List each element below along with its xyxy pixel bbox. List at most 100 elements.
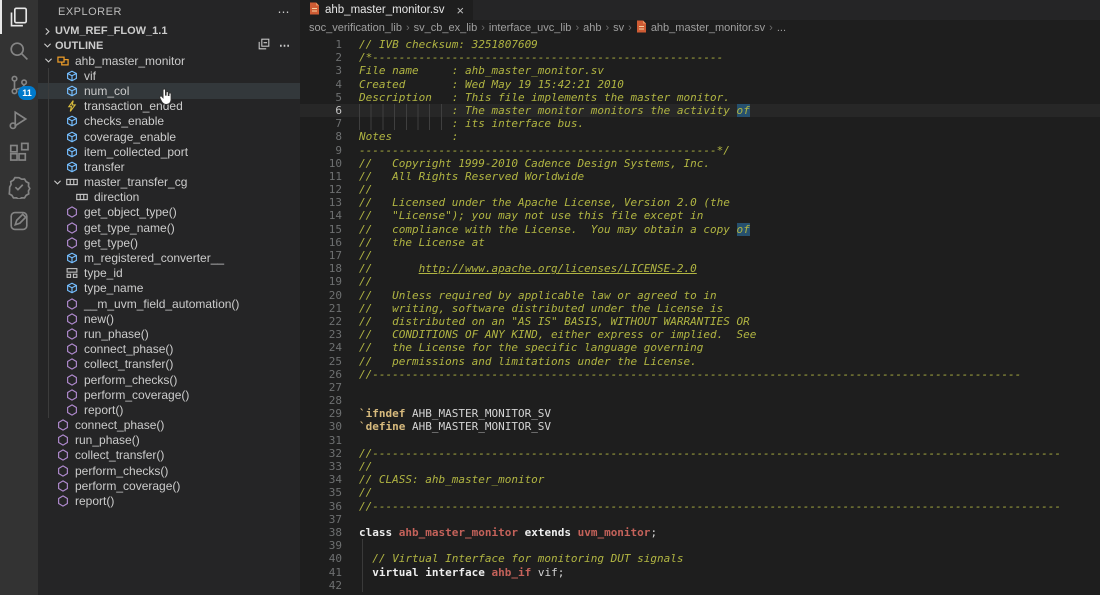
outline-item-get_object_type[interactable]: get_object_type() xyxy=(38,205,300,220)
breadcrumb-item-soc_verification_lib[interactable]: soc_verification_lib xyxy=(309,22,402,34)
code-line-18[interactable]: 18// http://www.apache.org/licenses/LICE… xyxy=(300,262,1100,275)
line-number[interactable]: 32 xyxy=(300,447,351,460)
line-number[interactable]: 5 xyxy=(300,91,351,104)
line-number[interactable]: 18 xyxy=(300,262,351,275)
code-line-35[interactable]: 35// xyxy=(300,486,1100,499)
code-line-21[interactable]: 21// writing, software distributed under… xyxy=(300,302,1100,315)
code-line-37[interactable]: 37 xyxy=(300,513,1100,526)
line-number[interactable]: 21 xyxy=(300,302,351,315)
code-line-1[interactable]: 1// IVB checksum: 3251807609 xyxy=(300,38,1100,51)
line-number[interactable]: 4 xyxy=(300,78,351,91)
line-number[interactable]: 10 xyxy=(300,157,351,170)
activitybar-run-debug[interactable] xyxy=(0,102,38,136)
breadcrumb-item-ahb_master_monitor.sv[interactable]: ahb_master_monitor.sv xyxy=(636,20,765,36)
code-line-3[interactable]: 3File name : ahb_master_monitor.sv xyxy=(300,64,1100,77)
outline-item-get_type[interactable]: get_type() xyxy=(38,235,300,250)
code-line-7[interactable]: 7 : its interface bus. xyxy=(300,117,1100,130)
code-line-42[interactable]: 42 xyxy=(300,579,1100,592)
code-line-22[interactable]: 22// distributed on an "AS IS" BASIS, WI… xyxy=(300,315,1100,328)
code-line-13[interactable]: 13// Licensed under the Apache License, … xyxy=(300,196,1100,209)
sidebar-more-icon[interactable]: ⋯ xyxy=(278,5,291,19)
outline-item-perform_checks[interactable]: perform_checks() xyxy=(38,372,300,387)
line-number[interactable]: 14 xyxy=(300,209,351,222)
code-line-4[interactable]: 4Created : Wed May 19 15:42:21 2010 xyxy=(300,78,1100,91)
line-number[interactable]: 9 xyxy=(300,144,351,157)
breadcrumb-item-sv[interactable]: sv xyxy=(613,22,624,34)
line-number[interactable]: 6 xyxy=(300,104,351,117)
code-line-14[interactable]: 14// "License"); you may not use this fi… xyxy=(300,209,1100,222)
code-line-15[interactable]: 15// compliance with the License. You ma… xyxy=(300,223,1100,236)
outline-item-report[interactable]: report() xyxy=(38,402,300,417)
line-number[interactable]: 27 xyxy=(300,381,351,394)
line-number[interactable]: 15 xyxy=(300,223,351,236)
outline-item-perform_coverage[interactable]: perform_coverage() xyxy=(38,478,300,493)
line-number[interactable]: 26 xyxy=(300,368,351,381)
code-line-6[interactable]: 6 : The master monitor monitors the acti… xyxy=(300,104,1100,117)
activitybar-search[interactable] xyxy=(0,34,38,68)
line-number[interactable]: 39 xyxy=(300,539,351,552)
code-line-26[interactable]: 26//------------------------------------… xyxy=(300,368,1100,381)
code-line-8[interactable]: 8Notes : xyxy=(300,130,1100,143)
line-number[interactable]: 38 xyxy=(300,526,351,539)
outline-item-master_transfer_cg[interactable]: master_transfer_cg xyxy=(38,175,300,190)
line-number[interactable]: 42 xyxy=(300,579,351,592)
line-number[interactable]: 28 xyxy=(300,394,351,407)
line-number[interactable]: 33 xyxy=(300,460,351,473)
code-line-23[interactable]: 23// CONDITIONS OF ANY KIND, either expr… xyxy=(300,328,1100,341)
outline-item-new[interactable]: new() xyxy=(38,311,300,326)
outline-item-type_id[interactable]: type_id xyxy=(38,266,300,281)
outline-item-perform_coverage[interactable]: perform_coverage() xyxy=(38,387,300,402)
code-line-38[interactable]: 38class ahb_master_monitor extends uvm_m… xyxy=(300,526,1100,539)
outline-item-collect_transfer[interactable]: collect_transfer() xyxy=(38,448,300,463)
activitybar-testing[interactable] xyxy=(0,170,38,204)
more-icon[interactable]: ⋯ xyxy=(279,39,290,52)
line-number[interactable]: 19 xyxy=(300,275,351,288)
code-line-2[interactable]: 2/*-------------------------------------… xyxy=(300,51,1100,64)
outline-item-coverage_enable[interactable]: coverage_enable xyxy=(38,129,300,144)
line-number[interactable]: 8 xyxy=(300,130,351,143)
activitybar-notebook[interactable] xyxy=(0,204,38,238)
line-number[interactable]: 41 xyxy=(300,566,351,579)
outline-item-vif[interactable]: vif xyxy=(38,68,300,83)
line-number[interactable]: 1 xyxy=(300,38,351,51)
tab-close-icon[interactable]: × xyxy=(457,4,465,17)
outline-item-transfer[interactable]: transfer xyxy=(38,159,300,174)
code-line-17[interactable]: 17// xyxy=(300,249,1100,262)
line-number[interactable]: 22 xyxy=(300,315,351,328)
code-line-24[interactable]: 24// the License for the specific langua… xyxy=(300,341,1100,354)
line-number[interactable]: 40 xyxy=(300,552,351,565)
code-line-10[interactable]: 10// Copyright 1999-2010 Cadence Design … xyxy=(300,157,1100,170)
outline-item-__m_uvm_field_automation[interactable]: __m_uvm_field_automation() xyxy=(38,296,300,311)
breadcrumb-item-...[interactable]: ... xyxy=(777,22,786,34)
outline-item-collect_transfer[interactable]: collect_transfer() xyxy=(38,357,300,372)
line-number[interactable]: 30 xyxy=(300,420,351,433)
breadcrumb-item-ahb[interactable]: ahb xyxy=(583,22,601,34)
line-number[interactable]: 20 xyxy=(300,289,351,302)
line-number[interactable]: 13 xyxy=(300,196,351,209)
code-line-31[interactable]: 31 xyxy=(300,434,1100,447)
line-number[interactable]: 31 xyxy=(300,434,351,447)
code-line-25[interactable]: 25// permissions and limitations under t… xyxy=(300,355,1100,368)
outline-item-ahb_master_monitor[interactable]: ahb_master_monitor xyxy=(38,53,300,68)
code-line-9[interactable]: 9---------------------------------------… xyxy=(300,144,1100,157)
code-editor[interactable]: 1// IVB checksum: 32518076092/*---------… xyxy=(300,38,1100,595)
line-number[interactable]: 3 xyxy=(300,64,351,77)
code-line-34[interactable]: 34// CLASS: ahb_master_monitor xyxy=(300,473,1100,486)
activitybar-source-control[interactable]: 11 xyxy=(0,68,38,102)
code-line-5[interactable]: 5Description : This file implements the … xyxy=(300,91,1100,104)
activitybar-extensions[interactable] xyxy=(0,136,38,170)
outline-item-direction[interactable]: direction xyxy=(38,190,300,205)
outline-item-checks_enable[interactable]: checks_enable xyxy=(38,114,300,129)
code-line-16[interactable]: 16// the License at xyxy=(300,236,1100,249)
outline-item-run_phase[interactable]: run_phase() xyxy=(38,326,300,341)
line-number[interactable]: 25 xyxy=(300,355,351,368)
line-number[interactable]: 35 xyxy=(300,486,351,499)
breadcrumb-item-interface_uvc_lib[interactable]: interface_uvc_lib xyxy=(489,22,572,34)
code-line-40[interactable]: 40 // Virtual Interface for monitoring D… xyxy=(300,552,1100,565)
line-number[interactable]: 36 xyxy=(300,500,351,513)
section-header-uvm_ref_flow_1.1[interactable]: UVM_REF_FLOW_1.1 xyxy=(38,24,300,38)
line-number[interactable]: 17 xyxy=(300,249,351,262)
outline-item-connect_phase[interactable]: connect_phase() xyxy=(38,418,300,433)
collapse-all-icon[interactable] xyxy=(257,37,271,54)
line-number[interactable]: 2 xyxy=(300,51,351,64)
